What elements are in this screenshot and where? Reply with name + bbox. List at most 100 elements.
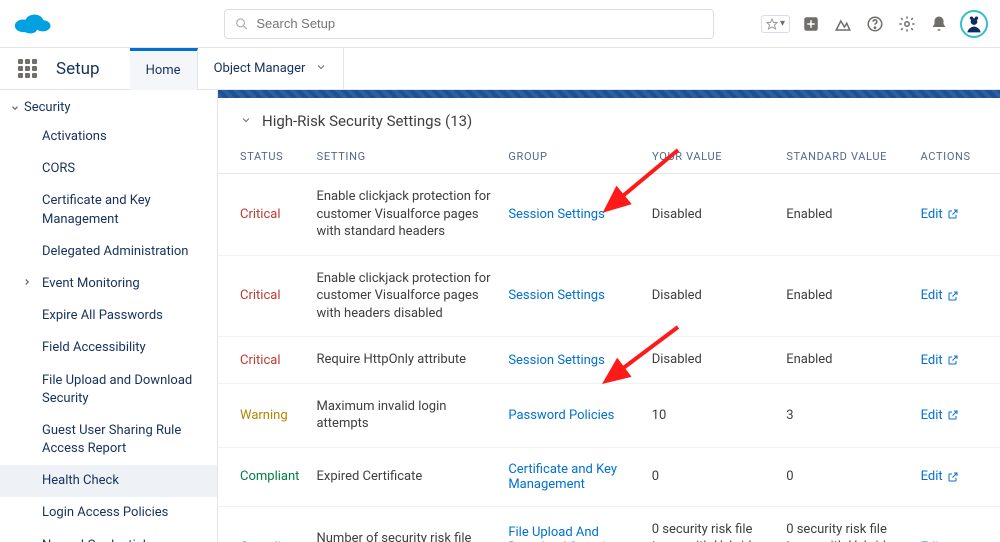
sidebar-item-label: Certificate and Key Management bbox=[42, 192, 209, 228]
sidebar-item-label: CORS bbox=[42, 160, 75, 178]
edit-link[interactable]: Edit bbox=[921, 469, 978, 484]
setting-cell: Number of security risk file types with … bbox=[316, 530, 508, 542]
col-group: GROUP bbox=[508, 150, 652, 163]
status-cell: Critical bbox=[240, 353, 316, 368]
sidebar-item-label: Guest User Sharing Rule Access Report bbox=[42, 422, 209, 458]
table-row: CriticalEnable clickjack protection for … bbox=[218, 256, 1000, 338]
sidebar-item[interactable]: Health Check bbox=[0, 465, 217, 497]
sidebar-item-label: Event Monitoring bbox=[42, 275, 140, 293]
table-header: STATUS SETTING GROUP YOUR VALUE STANDARD… bbox=[218, 140, 1000, 174]
group-link[interactable]: Password Policies bbox=[508, 408, 614, 423]
sidebar-item[interactable]: Field Accessibility bbox=[0, 332, 217, 364]
tab-label: Object Manager bbox=[214, 61, 306, 76]
col-setting: SETTING bbox=[317, 150, 509, 163]
search-input[interactable] bbox=[256, 16, 703, 31]
section-title: High-Risk Security Settings (13) bbox=[262, 112, 472, 130]
sidebar-item-label: Health Check bbox=[42, 472, 119, 490]
your-value-cell: Disabled bbox=[652, 287, 786, 305]
your-value-cell: 0 security risk file types with Hybrid b… bbox=[652, 521, 786, 542]
edit-link[interactable]: Edit bbox=[921, 408, 978, 423]
table-row: CriticalEnable clickjack protection for … bbox=[218, 174, 1000, 256]
standard-value-cell: Enabled bbox=[786, 287, 920, 305]
group-link[interactable]: Session Settings bbox=[508, 353, 604, 368]
standard-value-cell: 0 bbox=[786, 468, 920, 486]
setting-cell: Expired Certificate bbox=[316, 468, 508, 486]
trailhead-icon[interactable] bbox=[832, 13, 854, 35]
setting-cell: Maximum invalid login attempts bbox=[316, 398, 508, 433]
tab-object-manager[interactable]: Object Manager bbox=[198, 48, 345, 90]
edit-link[interactable]: Edit bbox=[921, 353, 978, 368]
favorites-menu[interactable]: ▾ bbox=[761, 15, 790, 33]
col-std: STANDARD VALUE bbox=[786, 150, 920, 163]
app-name: Setup bbox=[56, 59, 100, 79]
gear-icon[interactable] bbox=[896, 13, 918, 35]
sidebar-item[interactable]: Login Access Policies bbox=[0, 497, 217, 529]
chevron-down-icon bbox=[315, 61, 327, 77]
group-link[interactable]: Session Settings bbox=[508, 207, 604, 222]
sidebar-item[interactable]: File Upload and Download Security bbox=[0, 365, 217, 415]
tab-label: Home bbox=[146, 63, 181, 78]
standard-value-cell: Enabled bbox=[786, 351, 920, 369]
sidebar-item-label: Expire All Passwords bbox=[42, 307, 163, 325]
sidebar-item-label: Activations bbox=[42, 128, 107, 146]
standard-value-cell: 0 security risk file types with Hybrid b… bbox=[786, 521, 920, 542]
col-actions: ACTIONS bbox=[921, 150, 979, 163]
chevron-right-icon bbox=[22, 275, 32, 293]
table-row: CriticalRequire HttpOnly attributeSessio… bbox=[218, 337, 1000, 384]
setting-cell: Require HttpOnly attribute bbox=[316, 351, 508, 369]
col-status: STATUS bbox=[240, 150, 317, 163]
sidebar-item[interactable]: Delegated Administration bbox=[0, 236, 217, 268]
group-link[interactable]: Certificate and Key Management bbox=[508, 462, 617, 492]
sidebar-item-label: Delegated Administration bbox=[42, 243, 188, 261]
sidebar-item-label: Login Access Policies bbox=[42, 504, 168, 522]
search-icon bbox=[235, 17, 248, 31]
edit-link[interactable]: Edit bbox=[921, 207, 978, 222]
your-value-cell: Disabled bbox=[652, 206, 786, 224]
add-icon[interactable] bbox=[800, 13, 822, 35]
sidebar-item[interactable]: Named Credentials bbox=[0, 530, 217, 542]
tree-root-security[interactable]: Security bbox=[0, 94, 217, 121]
salesforce-logo bbox=[12, 9, 54, 39]
sidebar-item[interactable]: Event Monitoring bbox=[0, 268, 217, 300]
sidebar-item[interactable]: Expire All Passwords bbox=[0, 300, 217, 332]
standard-value-cell: 3 bbox=[786, 407, 920, 425]
setup-tree[interactable]: Security Activations CORS Certificate and … bbox=[0, 90, 218, 542]
setting-cell: Enable clickjack protection for customer… bbox=[316, 270, 508, 323]
sidebar-item-label: File Upload and Download Security bbox=[42, 372, 209, 408]
group-link[interactable]: File Upload And Download Security Settin… bbox=[508, 525, 616, 542]
header-actions: ▾ bbox=[761, 10, 988, 38]
bell-icon[interactable] bbox=[928, 13, 950, 35]
setting-cell: Enable clickjack protection for customer… bbox=[316, 188, 508, 241]
header-band bbox=[218, 90, 1000, 98]
sidebar-item[interactable]: Certificate and Key Management bbox=[0, 185, 217, 235]
avatar[interactable] bbox=[960, 10, 988, 38]
group-link[interactable]: Session Settings bbox=[508, 288, 604, 303]
workspace: Security Activations CORS Certificate and … bbox=[0, 90, 1000, 542]
help-icon[interactable] bbox=[864, 13, 886, 35]
status-cell: Critical bbox=[240, 207, 316, 222]
tab-home[interactable]: Home bbox=[130, 48, 198, 90]
status-cell: Warning bbox=[240, 408, 316, 423]
table-row: WarningMaximum invalid login attemptsPas… bbox=[218, 384, 1000, 448]
chevron-down-icon bbox=[8, 103, 22, 113]
standard-value-cell: Enabled bbox=[786, 206, 920, 224]
col-your: YOUR VALUE bbox=[652, 150, 786, 163]
tree-root-label: Security bbox=[24, 100, 71, 115]
sidebar-item[interactable]: Activations bbox=[0, 121, 217, 153]
your-value-cell: Disabled bbox=[652, 351, 786, 369]
edit-link[interactable]: Edit bbox=[921, 288, 978, 303]
section-header[interactable]: High-Risk Security Settings (13) bbox=[218, 98, 1000, 140]
sidebar-item-label: Field Accessibility bbox=[42, 339, 146, 357]
app-launcher-icon[interactable] bbox=[18, 59, 38, 79]
table-row: CompliantNumber of security risk file ty… bbox=[218, 507, 1000, 542]
main-panel: High-Risk Security Settings (13) STATUS … bbox=[218, 90, 1000, 542]
status-cell: Compliant bbox=[240, 469, 316, 484]
your-value-cell: 0 bbox=[652, 468, 786, 486]
sidebar-item[interactable]: Guest User Sharing Rule Access Report bbox=[0, 415, 217, 465]
global-header: ▾ bbox=[0, 0, 1000, 48]
your-value-cell: 10 bbox=[652, 407, 786, 425]
table-row: CompliantExpired CertificateCertificate … bbox=[218, 448, 1000, 507]
status-cell: Critical bbox=[240, 288, 316, 303]
global-search[interactable] bbox=[224, 9, 714, 39]
sidebar-item[interactable]: CORS bbox=[0, 153, 217, 185]
